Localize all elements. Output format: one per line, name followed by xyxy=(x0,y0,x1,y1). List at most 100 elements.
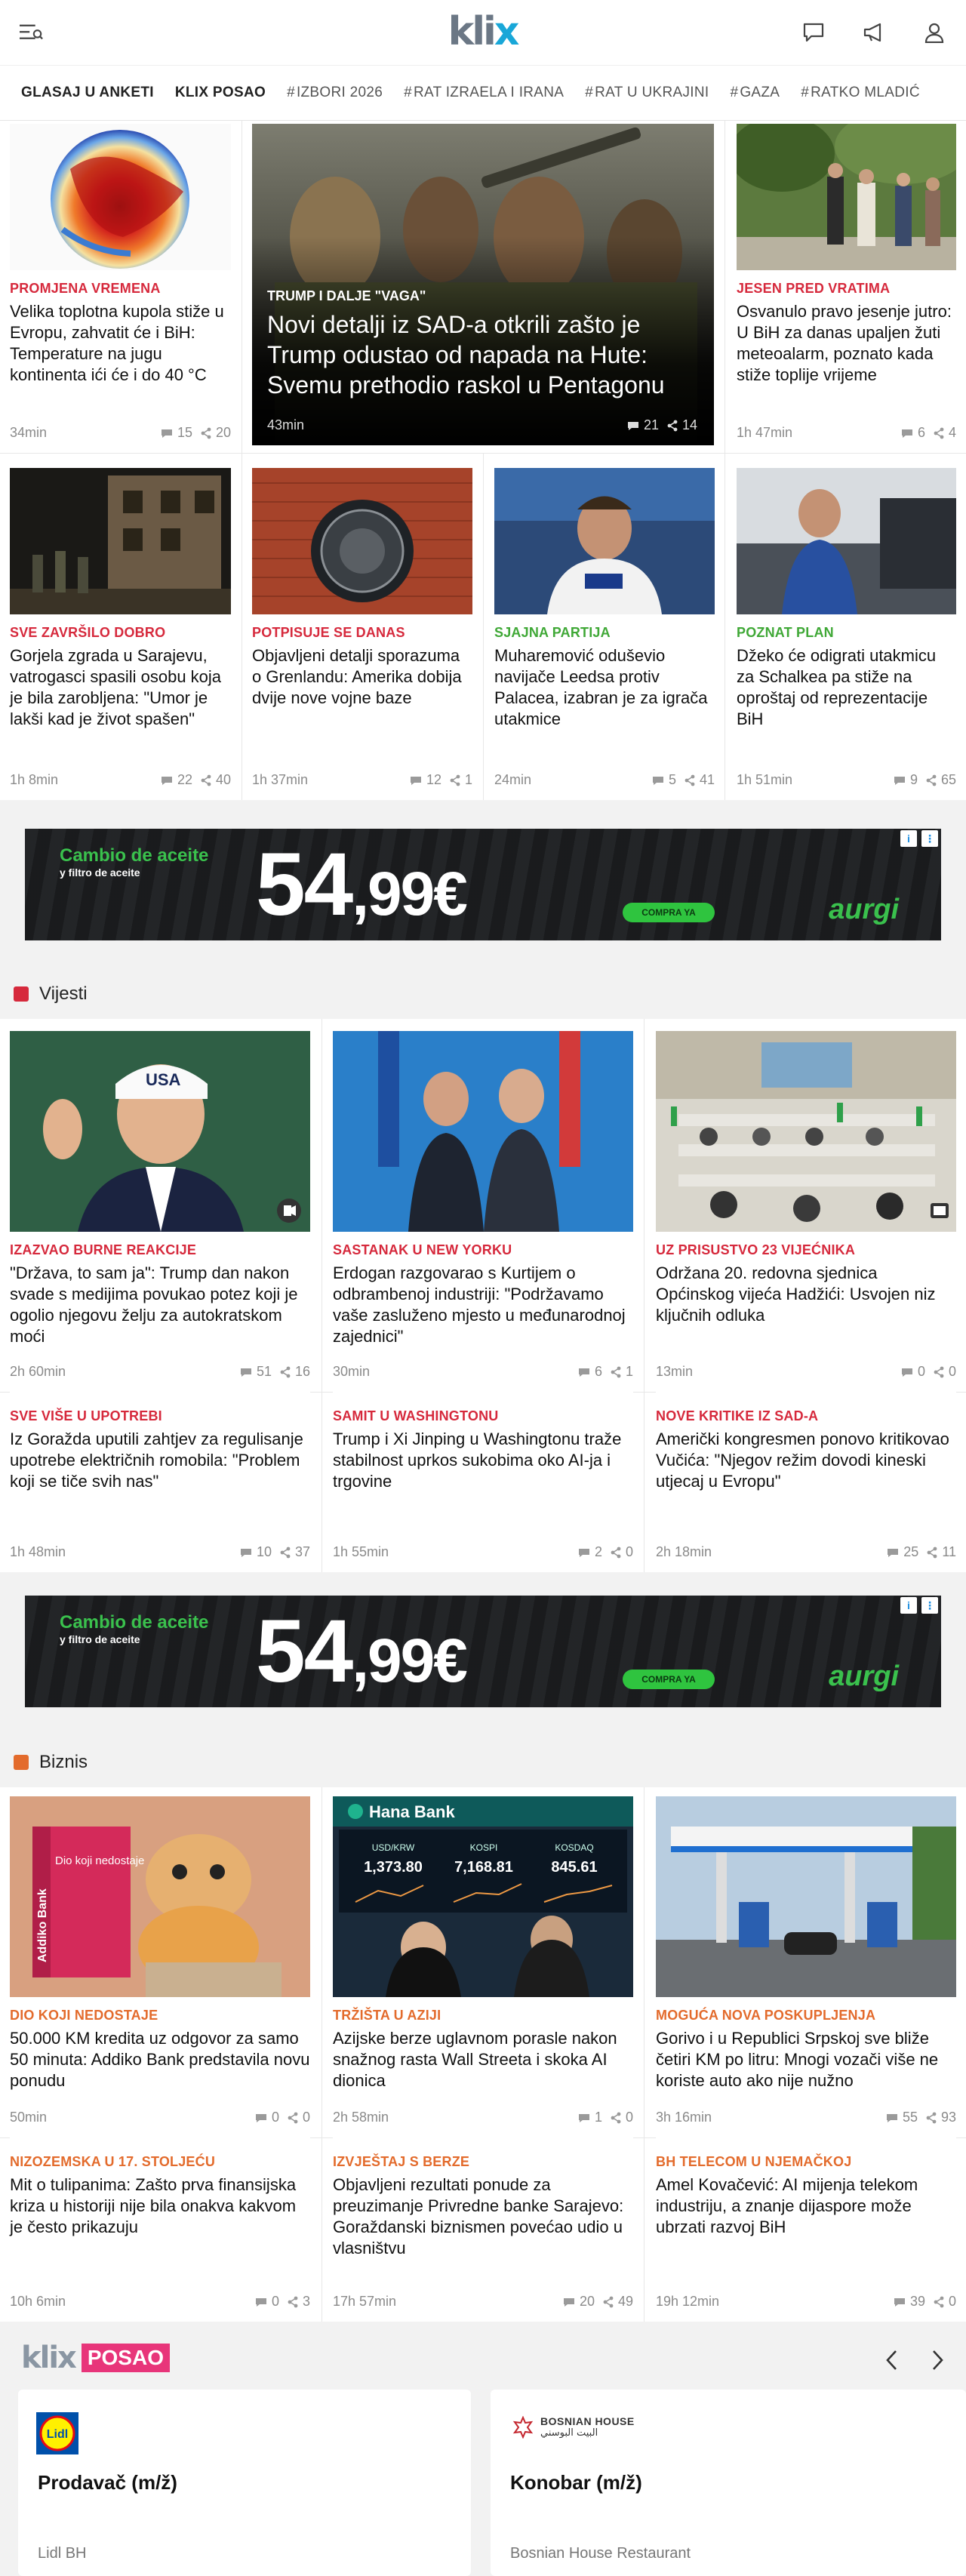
megaphone-icon[interactable] xyxy=(862,20,886,45)
chevron-left-icon[interactable] xyxy=(884,2349,900,2371)
article-meta: 2h 58min 1 0 xyxy=(333,2110,633,2125)
article-card[interactable]: Addiko Bank Dio koji nedostaje DIO KOJI … xyxy=(10,1796,310,2137)
article-title[interactable]: 50.000 KM kredita uz odgovor za samo 50 … xyxy=(10,2028,310,2091)
article-title[interactable]: Azijske berze uglavnom porasle nakon sna… xyxy=(333,2028,633,2091)
comment-icon xyxy=(652,776,663,785)
article-card[interactable]: SVE ZAVRŠILO DOBRO Gorjela zgrada u Sara… xyxy=(10,468,231,800)
advertisement-banner[interactable]: Cambio de aceite y filtro de aceite 54,9… xyxy=(25,829,941,940)
article-card[interactable]: JESEN PRED VRATIMA Osvanulo pravo jesenj… xyxy=(737,124,956,453)
article-card[interactable]: PROMJENA VREMENA Velika toplotna kupola … xyxy=(10,124,231,453)
article-card[interactable]: NIZOZEMSKA U 17. STOLJEĆU Mit o tulipani… xyxy=(10,2137,310,2322)
cap-text: USA xyxy=(146,1070,181,1089)
comment-count: 2 xyxy=(594,1544,602,1559)
article-title[interactable]: Velika toplotna kupola stiže u Evropu, z… xyxy=(10,301,231,386)
comments-icon[interactable] xyxy=(801,20,826,45)
share-icon xyxy=(201,774,211,786)
article-card[interactable]: SVE VIŠE U UPOTREBI Iz Goražda uputili z… xyxy=(10,1392,310,1572)
menu-search-icon[interactable] xyxy=(20,20,44,45)
user-icon[interactable] xyxy=(922,20,946,45)
nav-klix-posao[interactable]: KLIX POSAO xyxy=(165,75,276,110)
comment-icon xyxy=(240,1368,251,1377)
ad-info-icon[interactable]: i xyxy=(900,1597,917,1614)
article-card[interactable]: NOVE KRITIKE IZ SAD-A Američki kongresme… xyxy=(656,1392,956,1572)
ad-info-icon[interactable]: i xyxy=(900,830,917,847)
advertisement-banner[interactable]: Cambio de aceite y filtro de aceite 54,9… xyxy=(25,1596,941,1707)
ad-menu-icon[interactable]: ⋮ xyxy=(921,1597,938,1614)
ad-cta-button[interactable]: COMPRA YA xyxy=(623,903,715,922)
comment-count: 12 xyxy=(426,772,441,787)
article-time: 10h 6min xyxy=(10,2294,66,2309)
bosnian-house-logo: BOSNIAN HOUSE البيت البوسني xyxy=(512,2415,635,2439)
article-title[interactable]: Trump i Xi Jinping u Washingtonu traže s… xyxy=(333,1429,633,1492)
article-title[interactable]: "Država, to sam ja": Trump dan nakon sva… xyxy=(10,1263,310,1347)
article-time: 3h 16min xyxy=(656,2110,712,2125)
nav-tag-izrael-iran[interactable]: RAT IZRAELA I IRANA xyxy=(393,75,574,110)
article-kicker: SJAJNA PARTIJA xyxy=(494,625,611,640)
article-title[interactable]: Objavljeni detalji sporazuma o Grenlandu… xyxy=(252,645,472,709)
article-card[interactable]: POTPISUJE SE DANAS Objavljeni detalji sp… xyxy=(252,468,472,800)
article-kicker: SVE VIŠE U UPOTREBI xyxy=(10,1408,162,1423)
section-title[interactable]: Biznis xyxy=(39,1752,88,1773)
article-time: 1h 55min xyxy=(333,1544,389,1559)
article-title[interactable]: Objavljeni rezultati ponude za preuziman… xyxy=(333,2174,633,2259)
article-card[interactable]: Hana Bank USD/KRW KOSPI KOSDAQ 1,373.80 … xyxy=(333,1796,633,2137)
ad-menu-icon[interactable]: ⋮ xyxy=(921,830,938,847)
chevron-right-icon[interactable] xyxy=(930,2349,945,2371)
book-title-text: Dio koji nedostaje xyxy=(55,1854,144,1867)
article-kicker: POZNAT PLAN xyxy=(737,625,834,640)
article-title[interactable]: Erdogan razgovarao s Kurtijem o odbrambe… xyxy=(333,1263,633,1347)
hero-article-card[interactable]: TRUMP I DALJE "VAGA" Novi detalji iz SAD… xyxy=(252,124,714,445)
article-title[interactable]: Iz Goražda uputili zahtjev za regulisanj… xyxy=(10,1429,310,1492)
article-title[interactable]: Mit o tulipanima: Zašto prva finansijska… xyxy=(10,2174,310,2238)
article-time: 2h 60min xyxy=(10,1364,66,1379)
article-meta: 2h 60min 51 16 xyxy=(10,1364,310,1380)
share-icon xyxy=(685,774,695,786)
job-company: Lidl BH xyxy=(38,2545,87,2562)
article-title[interactable]: Gorjela zgrada u Sarajevu, vatrogasci sp… xyxy=(10,645,231,730)
nav-tag-ukrajina[interactable]: RAT U UKRAJINI xyxy=(574,75,719,110)
article-title[interactable]: Muharemović oduševio navijače Leedsa pro… xyxy=(494,645,715,730)
hero-title[interactable]: Novi detalji iz SAD-a otkrili zašto je T… xyxy=(267,309,691,400)
article-card[interactable]: IZVJEŠTAJ S BERZE Objavljeni rezultati p… xyxy=(333,2137,633,2322)
article-card[interactable]: SAMIT U WASHINGTONU Trump i Xi Jinping u… xyxy=(333,1392,633,1572)
article-card[interactable]: SASTANAK U NEW YORKU Erdogan razgovarao … xyxy=(333,1031,633,1392)
comment-icon xyxy=(901,1368,912,1377)
site-logo[interactable]: kli x xyxy=(448,9,520,54)
posao-logo[interactable]: kli x POSAO xyxy=(21,2343,170,2373)
article-card[interactable]: POZNAT PLAN Džeko će odigrati utakmicu z… xyxy=(737,468,956,800)
nav-tag-mladic[interactable]: RATKO MLADIĆ xyxy=(790,75,931,110)
article-card[interactable]: SJAJNA PARTIJA Muharemović oduševio navi… xyxy=(494,468,715,800)
article-title[interactable]: Amel Kovačević: AI mijenja telekom indus… xyxy=(656,2174,956,2238)
article-title[interactable]: Gorivo i u Republici Srpskoj sve bliže č… xyxy=(656,2028,956,2091)
article-title[interactable]: Američki kongresmen ponovo kritikovao Vu… xyxy=(656,1429,956,1492)
article-image: Hana Bank USD/KRW KOSPI KOSDAQ 1,373.80 … xyxy=(333,1796,633,1997)
article-card[interactable]: USA IZAZVAO BURNE REAKCIJE "Država, to s… xyxy=(10,1031,310,1392)
article-card[interactable]: MOGUĆA NOVA POSKUPLJENJA Gorivo i u Repu… xyxy=(656,1796,956,2137)
logo-x: x xyxy=(494,9,520,54)
section-title[interactable]: Vijesti xyxy=(39,983,88,1005)
share-count: 49 xyxy=(617,2294,633,2309)
job-card[interactable]: BOSNIAN HOUSE البيت البوسني Konobar (m/ž… xyxy=(491,2390,966,2576)
share-count: 40 xyxy=(215,772,231,787)
comment-count: 5 xyxy=(668,772,676,787)
article-title[interactable]: Održana 20. redovna sjednica Općinskog v… xyxy=(656,1263,956,1326)
nav-tag-izbori[interactable]: IZBORI 2026 xyxy=(276,75,393,110)
nav-tag-gaza[interactable]: GAZA xyxy=(719,75,790,110)
comment-count: 39 xyxy=(909,2294,925,2309)
comment-icon xyxy=(410,776,421,785)
job-card[interactable]: Lidl Prodavač (m/ž) Lidl BH xyxy=(18,2390,471,2576)
share-count: 0 xyxy=(302,2110,310,2125)
article-kicker: IZAZVAO BURNE REAKCIJE xyxy=(10,1242,197,1257)
job-title[interactable]: Prodavač (m/ž) xyxy=(38,2471,177,2494)
share-count: 37 xyxy=(294,1544,310,1559)
article-title[interactable]: Osvanulo pravo jesenje jutro: U BiH za d… xyxy=(737,301,956,386)
article-card[interactable]: UZ PRISUSTVO 23 VIJEĆNIKA Održana 20. re… xyxy=(656,1031,956,1392)
article-title[interactable]: Džeko će odigrati utakmicu za Schalkea p… xyxy=(737,645,956,730)
comment-icon xyxy=(894,2297,905,2307)
comment-count: 10 xyxy=(256,1544,272,1559)
ad-cta-button[interactable]: COMPRA YA xyxy=(623,1670,715,1689)
share-icon xyxy=(934,2296,944,2307)
article-card[interactable]: BH TELECOM U NJEMAČKOJ Amel Kovačević: A… xyxy=(656,2137,956,2322)
job-title[interactable]: Konobar (m/ž) xyxy=(510,2471,642,2494)
nav-poll[interactable]: GLASAJ U ANKETI xyxy=(11,75,165,110)
